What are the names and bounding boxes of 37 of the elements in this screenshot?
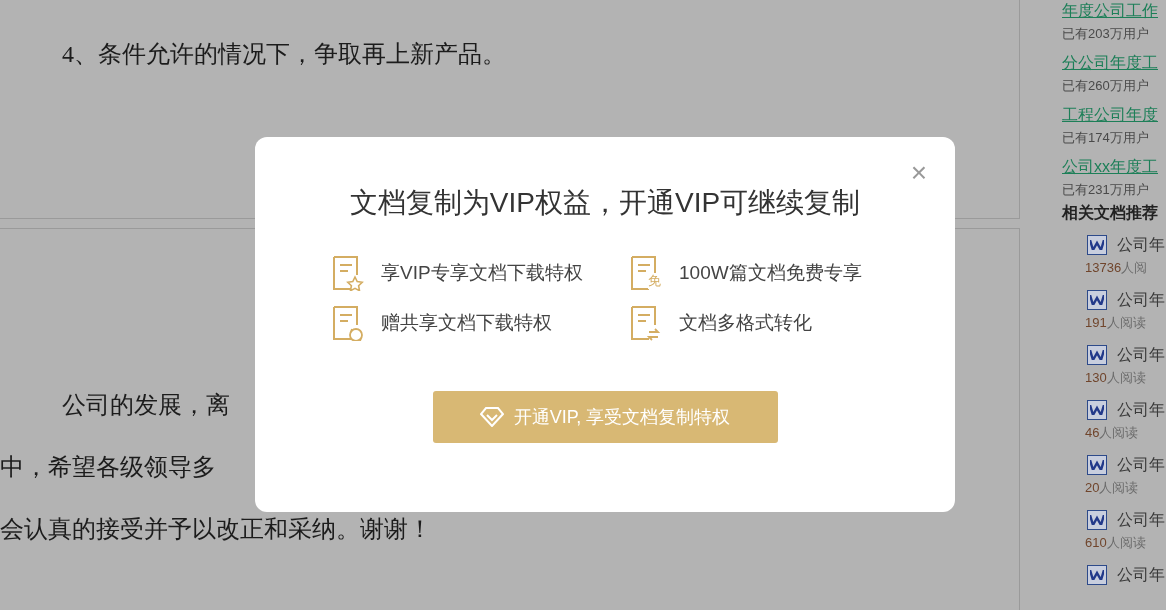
section-heading: 相关文档推荐 [1062,203,1158,223]
word-file-icon [1087,510,1107,530]
benefit-text: 100W篇文档免费专享 [679,260,862,285]
benefit-text: 文档多格式转化 [679,310,812,335]
diamond-icon [479,407,504,427]
read-count-text: 46人阅读 [1085,424,1139,442]
user-count-text: 已有260万用户 [1062,78,1149,94]
dialog-title: 文档复制为VIP权益，开通VIP可继续复制 [349,186,861,220]
paragraph-text: 中，希望各级领导多 [0,453,216,482]
document-link[interactable]: 公司年 [1117,509,1165,531]
close-button[interactable]: × [910,159,927,187]
word-file-icon [1087,345,1107,365]
user-count-text: 已有231万用户 [1062,182,1149,198]
document-link[interactable]: 公司年 [1117,234,1165,256]
word-file-icon [1087,565,1107,585]
badge-text: 免 [648,273,661,289]
document-link[interactable]: 公司年 [1117,344,1165,366]
word-file-icon [1087,400,1107,420]
document-link[interactable]: 公司年 [1117,454,1165,476]
document-link[interactable]: 公司年 [1117,399,1165,421]
read-count-text: 20人阅读 [1085,479,1139,497]
user-count-text: 已有203万用户 [1062,26,1149,42]
read-count-text: 191人阅读 [1085,314,1146,332]
user-count-text: 已有174万用户 [1062,130,1149,146]
word-file-icon [1087,235,1107,255]
benefit-text: 享VIP专享文档下载特权 [381,260,583,285]
read-count-text: 610人阅读 [1085,534,1146,552]
paragraph-text: 公司的发展，离 [62,391,230,420]
read-count-text: 13736人阅 [1085,259,1148,277]
word-file-icon [1087,455,1107,475]
word-file-icon [1087,290,1107,310]
document-link[interactable]: 公司年 [1117,564,1165,586]
paragraph-text: 会认真的接受并予以改正和采纳。谢谢！ [0,515,432,544]
paragraph-text: 4、条件允许的情况下，争取再上新产品。 [62,40,506,69]
read-count-text: 130人阅读 [1085,369,1146,387]
benefit-text: 赠共享文档下载特权 [381,310,552,335]
document-link[interactable]: 公司年 [1117,289,1165,311]
